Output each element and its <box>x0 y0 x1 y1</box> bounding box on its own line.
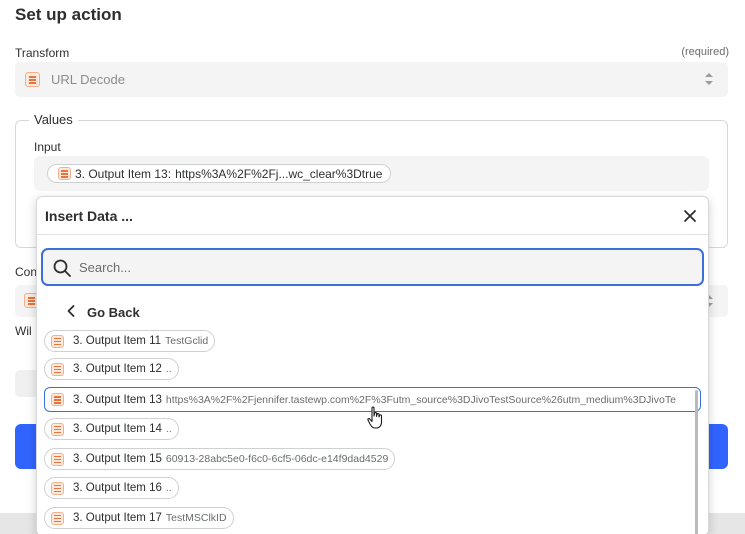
required-indicator: (required) <box>681 46 729 58</box>
item-value: .. <box>165 482 172 494</box>
item-key: 3. Output Item 16 <box>73 482 162 494</box>
transform-select[interactable]: URL Decode <box>15 62 728 97</box>
page-title: Set up action <box>15 5 122 24</box>
panel-header: Insert Data ... <box>37 197 708 235</box>
formatter-app-icon <box>51 511 64 525</box>
item-key: 3. Output Item 15 <box>73 453 162 465</box>
list-item[interactable]: 3. Output Item 15 60913-28abc5e0-f6c0-6c… <box>44 448 396 470</box>
item-key: 3. Output Item 12 <box>73 363 162 375</box>
transform-label: Transform <box>15 46 70 60</box>
list-item[interactable]: 3. Output Item 16 .. <box>44 477 179 499</box>
item-value: .. <box>165 363 172 375</box>
chevron-left-icon <box>67 305 75 320</box>
panel-title: Insert Data ... <box>45 208 133 224</box>
formatter-app-icon <box>51 422 64 436</box>
search-icon <box>52 258 72 283</box>
scrollbar[interactable] <box>695 390 698 534</box>
input-data-pill[interactable]: 3. Output Item 13: https%3A%2F%2Fj...wc_… <box>47 164 392 183</box>
go-back-button[interactable]: Go Back <box>67 305 140 320</box>
values-legend: Values <box>29 112 78 127</box>
transform-selected-value: URL Decode <box>51 72 125 87</box>
list-item[interactable]: 3. Output Item 12 .. <box>44 358 179 380</box>
partial-field-label: Con <box>15 265 38 279</box>
formatter-app-icon <box>51 481 64 495</box>
item-key: 3. Output Item 11 <box>73 335 162 347</box>
item-value: .. <box>165 423 172 435</box>
formatter-app-icon <box>25 72 40 87</box>
list-item[interactable]: 3. Output Item 14 .. <box>44 418 179 440</box>
item-value: TestMSClkID <box>165 512 227 524</box>
item-key: 3. Output Item 17 <box>73 512 162 524</box>
sort-arrows-icon <box>704 71 714 92</box>
input-label: Input <box>34 140 61 154</box>
item-key: 3. Output Item 13 <box>73 393 162 406</box>
pill-key: 3. Output Item 13: <box>75 166 172 181</box>
input-field[interactable]: 3. Output Item 13: https%3A%2F%2Fj...wc_… <box>34 156 709 191</box>
item-value: TestGclid <box>165 335 209 347</box>
formatter-app-icon <box>51 393 64 406</box>
item-value: 60913-28abc5e0-f6c0-6cf5-06dc-e14f9dad45… <box>165 453 389 465</box>
formatter-app-icon <box>51 334 64 348</box>
formatter-app-icon <box>58 167 71 180</box>
pill-value: https%3A%2F%2Fj...wc_clear%3Dtrue <box>175 166 383 181</box>
go-back-label: Go Back <box>87 305 140 320</box>
item-key: 3. Output Item 14 <box>73 423 162 435</box>
formatter-app-icon <box>51 452 64 466</box>
list-item[interactable]: 3. Output Item 11 TestGclid <box>44 330 216 352</box>
list-item[interactable]: 3. Output Item 17 TestMSClkID <box>44 507 234 529</box>
insert-data-panel: Insert Data ... Go Back 3. Output Item 1… <box>36 196 709 534</box>
item-value: https%3A%2F%2Fjennifer.tastewp.com%2F%3F… <box>165 393 676 406</box>
hand-cursor-icon <box>367 406 385 435</box>
search-input[interactable] <box>79 257 679 277</box>
search-box <box>41 248 704 286</box>
partial-help-text: Wil <box>15 324 32 338</box>
close-icon[interactable] <box>682 208 698 224</box>
formatter-app-icon <box>51 362 64 376</box>
